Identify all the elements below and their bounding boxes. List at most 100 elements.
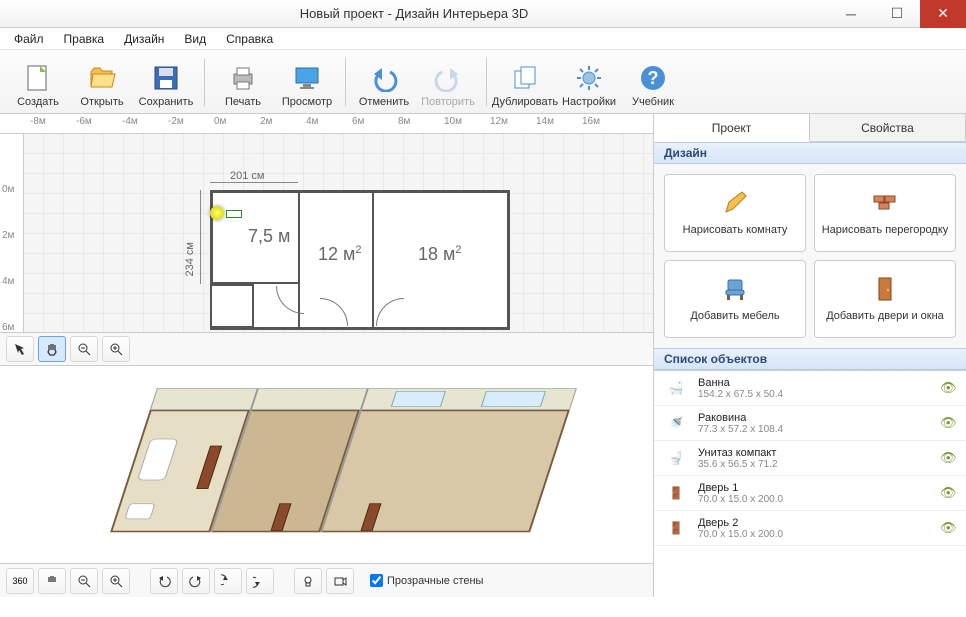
rotate-right-tool[interactable] bbox=[182, 568, 210, 594]
help-icon: ? bbox=[637, 62, 669, 94]
zoom-out-3d[interactable] bbox=[70, 568, 98, 594]
ruler-tick: -6м bbox=[76, 116, 92, 127]
camera-tool[interactable] bbox=[326, 568, 354, 594]
tab-properties[interactable]: Свойства bbox=[810, 114, 966, 141]
room-label-1: 7,5 м bbox=[248, 226, 290, 247]
dimension-height: 234 см bbox=[184, 242, 196, 276]
tab-project[interactable]: Проект bbox=[654, 114, 810, 142]
create-label: Создать bbox=[17, 96, 59, 108]
room-label-2: 12 м2 bbox=[318, 244, 362, 265]
dimension-line bbox=[200, 190, 201, 284]
printer-icon bbox=[227, 62, 259, 94]
create-button[interactable]: Создать bbox=[6, 54, 70, 110]
menu-help[interactable]: Справка bbox=[218, 30, 281, 48]
object-name: Унитаз компакт bbox=[698, 447, 932, 459]
manual-button[interactable]: ? Учебник bbox=[621, 54, 685, 110]
save-icon bbox=[150, 62, 182, 94]
ruler-tick: -8м bbox=[30, 116, 46, 127]
draw-room-button[interactable]: Нарисовать комнату bbox=[664, 174, 806, 252]
marker-handle[interactable] bbox=[226, 210, 242, 218]
duplicate-button[interactable]: Дублировать bbox=[493, 54, 557, 110]
ruler-tick: 14м bbox=[536, 116, 554, 127]
object-dimensions: 70.0 x 15.0 x 200.0 bbox=[698, 494, 932, 505]
object-row[interactable]: 🚪Дверь 270.0 x 15.0 x 200.0👁 bbox=[654, 511, 966, 546]
bricks-icon bbox=[870, 188, 900, 218]
main-toolbar: Создать Открыть Сохранить Печать Просмот… bbox=[0, 50, 966, 114]
section-design-header: Дизайн bbox=[654, 142, 966, 164]
object-dimensions: 70.0 x 15.0 x 200.0 bbox=[698, 529, 932, 540]
zoom-in-3d[interactable] bbox=[102, 568, 130, 594]
zoom-in-tool[interactable] bbox=[102, 336, 130, 362]
canvas-column: -8м-6м-4м-2м0м2м4м6м8м10м12м14м16м 0м2м4… bbox=[0, 114, 654, 597]
transparent-walls-label: Прозрачные стены bbox=[387, 575, 483, 587]
menu-design[interactable]: Дизайн bbox=[116, 30, 172, 48]
save-button[interactable]: Сохранить bbox=[134, 54, 198, 110]
visibility-toggle-icon[interactable]: 👁 bbox=[940, 520, 958, 536]
window-maximize-button[interactable]: ☐ bbox=[874, 0, 920, 28]
object-name: Ванна bbox=[698, 377, 932, 389]
redo-button[interactable]: Повторить bbox=[416, 54, 480, 110]
rotate-down-tool[interactable] bbox=[246, 568, 274, 594]
toolbar-separator bbox=[345, 58, 346, 106]
orbit-tool[interactable]: 360 bbox=[6, 568, 34, 594]
door-icon bbox=[870, 274, 900, 304]
save-label: Сохранить bbox=[139, 96, 194, 108]
preview-button[interactable]: Просмотр bbox=[275, 54, 339, 110]
floorplan-canvas[interactable]: 7,5 м 12 м2 18 м2 201 см 234 см bbox=[24, 134, 653, 332]
zoom-out-tool[interactable] bbox=[70, 336, 98, 362]
menu-file[interactable]: Файл bbox=[6, 30, 52, 48]
open-label: Открыть bbox=[80, 96, 123, 108]
redo-label: Повторить bbox=[421, 96, 475, 108]
object-dimensions: 154.2 x 67.5 x 50.4 bbox=[698, 389, 932, 400]
transparent-walls-input[interactable] bbox=[370, 574, 383, 587]
select-tool[interactable] bbox=[6, 336, 34, 362]
menu-edit[interactable]: Правка bbox=[56, 30, 113, 48]
object-row[interactable]: 🚪Дверь 170.0 x 15.0 x 200.0👁 bbox=[654, 476, 966, 511]
workspace: -8м-6м-4м-2м0м2м4м6м8м10м12м14м16м 0м2м4… bbox=[0, 114, 966, 597]
window-minimize-button[interactable]: ─ bbox=[828, 0, 874, 28]
room-label-3: 18 м2 bbox=[418, 244, 462, 265]
menu-view[interactable]: Вид bbox=[176, 30, 214, 48]
marker-point[interactable] bbox=[210, 206, 224, 220]
ruler-tick: -2м bbox=[168, 116, 184, 127]
visibility-toggle-icon[interactable]: 👁 bbox=[940, 485, 958, 501]
draw-wall-label: Нарисовать перегородку bbox=[822, 224, 949, 237]
object-row[interactable]: 🚽Унитаз компакт35.6 x 56.5 x 71.2👁 bbox=[654, 441, 966, 476]
visibility-toggle-icon[interactable]: 👁 bbox=[940, 450, 958, 466]
view-3d[interactable] bbox=[0, 366, 653, 564]
transparent-walls-checkbox[interactable]: Прозрачные стены bbox=[370, 574, 483, 587]
object-row[interactable]: 🛁Ванна154.2 x 67.5 x 50.4👁 bbox=[654, 371, 966, 406]
open-button[interactable]: Открыть bbox=[70, 54, 134, 110]
add-furniture-button[interactable]: Добавить мебель bbox=[664, 260, 806, 338]
settings-label: Настройки bbox=[562, 96, 616, 108]
plan-2d-area: 0м2м4м6м 7,5 м 12 м2 18 м2 201 см bbox=[0, 134, 653, 332]
rotate-left-tool[interactable] bbox=[150, 568, 178, 594]
toolbar-2d bbox=[0, 332, 653, 366]
svg-text:?: ? bbox=[648, 68, 659, 88]
object-row[interactable]: 🚿Раковина77.3 x 57.2 x 108.4👁 bbox=[654, 406, 966, 441]
side-tabs: Проект Свойства bbox=[654, 114, 966, 142]
gear-icon bbox=[573, 62, 605, 94]
light-tool[interactable] bbox=[294, 568, 322, 594]
ruler-tick: 0м bbox=[2, 184, 14, 195]
draw-room-label: Нарисовать комнату bbox=[683, 224, 788, 237]
rotate-up-tool[interactable] bbox=[214, 568, 242, 594]
object-dimensions: 77.3 x 57.2 x 108.4 bbox=[698, 424, 932, 435]
ruler-tick: -4м bbox=[122, 116, 138, 127]
pan-tool[interactable] bbox=[38, 336, 66, 362]
toolbar-separator bbox=[204, 58, 205, 106]
undo-icon bbox=[368, 62, 400, 94]
draw-wall-button[interactable]: Нарисовать перегородку bbox=[814, 174, 956, 252]
settings-button[interactable]: Настройки bbox=[557, 54, 621, 110]
pan-3d-tool[interactable] bbox=[38, 568, 66, 594]
visibility-toggle-icon[interactable]: 👁 bbox=[940, 415, 958, 431]
object-name: Дверь 2 bbox=[698, 517, 932, 529]
duplicate-label: Дублировать bbox=[492, 96, 558, 108]
window-close-button[interactable]: ✕ bbox=[920, 0, 966, 28]
print-button[interactable]: Печать bbox=[211, 54, 275, 110]
object-thumb-icon: 🚽 bbox=[662, 445, 690, 471]
add-doors-button[interactable]: Добавить двери и окна bbox=[814, 260, 956, 338]
undo-button[interactable]: Отменить bbox=[352, 54, 416, 110]
ruler-horizontal: -8м-6м-4м-2м0м2м4м6м8м10м12м14м16м bbox=[0, 114, 653, 134]
visibility-toggle-icon[interactable]: 👁 bbox=[940, 380, 958, 396]
